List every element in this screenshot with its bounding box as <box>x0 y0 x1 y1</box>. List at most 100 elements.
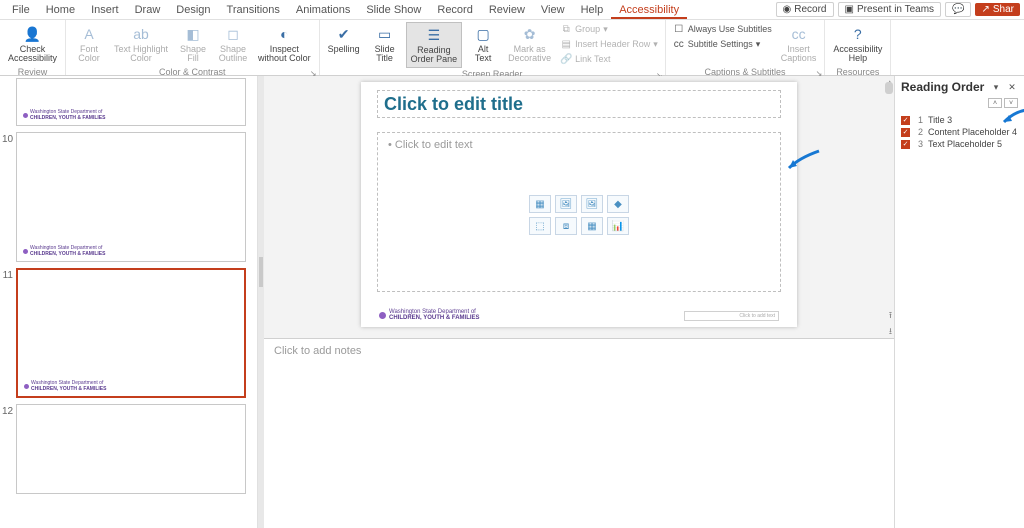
inspect-without-color-button[interactable]: ◐Inspect without Color <box>254 22 315 66</box>
notes-pane[interactable]: Click to add notes <box>264 338 894 528</box>
logo-icon <box>23 113 28 118</box>
thumbnail-pane[interactable]: Washington State Department ofCHILDREN, … <box>0 76 258 528</box>
insert-table-icon[interactable]: ▦ <box>529 195 551 213</box>
logo-icon <box>379 312 386 319</box>
scroll-thumb[interactable] <box>885 82 893 94</box>
thumbnail-slide-10[interactable]: Washington State Department ofCHILDREN, … <box>16 132 246 262</box>
tab-record[interactable]: Record <box>429 1 480 19</box>
prev-slide-icon[interactable]: ⭱ <box>889 311 892 320</box>
thumbnail-slide-11[interactable]: Washington State Department ofCHILDREN, … <box>16 268 246 398</box>
pane-close-icon[interactable]: ✕ <box>1006 81 1018 93</box>
subtitle-settings-button[interactable]: ccSubtitle Settings▾ <box>670 37 775 51</box>
comments-button[interactable]: 💬 <box>945 2 971 17</box>
thumb-number: 12 <box>2 404 16 417</box>
tab-design[interactable]: Design <box>168 1 218 19</box>
chevron-down-icon: ▾ <box>603 24 608 35</box>
group-resources: ?Accessibility Help Resources <box>825 20 891 75</box>
reading-order-item-label: Content Placeholder 4 <box>928 127 1017 137</box>
thumb-number: 10 <box>2 132 16 145</box>
logo-icon <box>23 249 28 254</box>
checked-icon[interactable]: ✓ <box>901 128 910 137</box>
tab-animations[interactable]: Animations <box>288 1 358 19</box>
title-placeholder[interactable]: Click to edit title <box>377 90 781 118</box>
insert-smartart-icon[interactable]: ⧈ <box>555 217 577 235</box>
group-objects-button: ⧉Group▾ <box>557 22 661 36</box>
ribbon: 👤 Check Accessibility Review AFont Color… <box>0 20 1024 76</box>
content-insert-icons: ▦ 🖼 🖼 ◆ ⬚ ⧈ ▦ 📊 <box>529 195 629 235</box>
share-button[interactable]: ↗Shar <box>975 3 1020 16</box>
link-text-button: 🔗Link Text <box>557 52 661 66</box>
splitter-grip-icon <box>259 257 263 287</box>
workspace: Washington State Department ofCHILDREN, … <box>0 76 1024 528</box>
reading-order-pane-button[interactable]: ☰Reading Order Pane <box>406 22 463 68</box>
record-dot-icon: ◉ <box>783 4 792 15</box>
accessibility-help-button[interactable]: ?Accessibility Help <box>829 22 886 66</box>
reading-order-item-label: Text Placeholder 5 <box>928 139 1002 149</box>
tab-review[interactable]: Review <box>481 1 533 19</box>
font-color-icon: A <box>79 24 99 44</box>
reading-order-item[interactable]: ✓ 2 Content Placeholder 4 <box>899 126 1020 138</box>
group-review: 👤 Check Accessibility Review <box>0 20 66 75</box>
thumbnail-slide-12[interactable] <box>16 404 246 494</box>
reading-order-item-label: Title 3 <box>928 115 952 125</box>
always-use-subtitles-checkbox[interactable]: ☐Always Use Subtitles <box>670 22 775 36</box>
reading-order-list: ✓ 1 Title 3 ✓ 2 Content Placeholder 4 ✓ … <box>895 112 1024 152</box>
canvas-scrollbar[interactable]: ▴ ⭱ ⭳ <box>884 76 894 338</box>
insert-picture-icon[interactable]: 🖼 <box>555 195 577 213</box>
cc-icon: cc <box>673 38 685 50</box>
group-color-contrast: AFont Color abText Highlight Color ◧Shap… <box>66 20 320 75</box>
insert-chart-icon[interactable]: 📊 <box>607 217 629 235</box>
alt-text-button[interactable]: ▢Alt Text <box>464 22 502 66</box>
insert-video-icon[interactable]: ▦ <box>581 217 603 235</box>
ribbon-tabs: File Home Insert Draw Design Transitions… <box>0 0 1024 20</box>
editor-area: Click to edit title • Click to edit text… <box>264 76 894 528</box>
slide[interactable]: Click to edit title • Click to edit text… <box>361 82 797 327</box>
chevron-down-icon: ▾ <box>756 39 761 50</box>
next-slide-icon[interactable]: ⭳ <box>889 327 892 336</box>
move-down-button[interactable]: ˅ <box>1004 98 1018 108</box>
move-up-button[interactable]: ˄ <box>988 98 1002 108</box>
pane-options-icon[interactable]: ▾ <box>990 81 1002 93</box>
slide-title-button[interactable]: ▭Slide Title <box>366 22 404 66</box>
check-accessibility-button[interactable]: 👤 Check Accessibility <box>4 22 61 66</box>
thumb-number <box>2 78 16 80</box>
present-in-teams-button[interactable]: ▣Present in Teams <box>838 2 942 17</box>
tab-file[interactable]: File <box>4 1 38 19</box>
reading-order-pane: Reading Order ▾ ✕ ˄ ˅ ✓ 1 Title 3 ✓ 2 Co… <box>894 76 1024 528</box>
mark-decorative-button: ✿Mark as Decorative <box>504 22 555 66</box>
shape-fill-button: ◧Shape Fill <box>174 22 212 66</box>
tab-slide-show[interactable]: Slide Show <box>358 1 429 19</box>
thumb-number: 11 <box>2 268 16 281</box>
tab-home[interactable]: Home <box>38 1 83 19</box>
spelling-button[interactable]: ✔Spelling <box>324 22 364 56</box>
group-screen-reader: ✔Spelling ▭Slide Title ☰Reading Order Pa… <box>320 20 666 75</box>
tab-transitions[interactable]: Transitions <box>219 1 288 19</box>
alt-text-icon: ▢ <box>473 24 493 44</box>
tab-insert[interactable]: Insert <box>83 1 127 19</box>
checked-icon[interactable]: ✓ <box>901 140 910 149</box>
text-placeholder-5[interactable]: Click to add text <box>684 311 779 321</box>
record-button[interactable]: ◉Record <box>776 2 834 17</box>
reading-order-item[interactable]: ✓ 1 Title 3 <box>899 114 1020 126</box>
tab-draw[interactable]: Draw <box>127 1 169 19</box>
shape-outline-button: ◻Shape Outline <box>214 22 252 66</box>
table-header-icon: ▤ <box>560 38 572 50</box>
tab-accessibility[interactable]: Accessibility <box>611 1 687 19</box>
tab-help[interactable]: Help <box>573 1 612 19</box>
group-icon: ⧉ <box>560 23 572 35</box>
group-captions: ☐Always Use Subtitles ccSubtitle Setting… <box>666 20 826 75</box>
reading-order-item[interactable]: ✓ 3 Text Placeholder 5 <box>899 138 1020 150</box>
tab-view[interactable]: View <box>533 1 573 19</box>
slide-canvas-area[interactable]: Click to edit title • Click to edit text… <box>264 76 894 338</box>
insert-3d-icon[interactable]: ⬚ <box>529 217 551 235</box>
link-icon: 🔗 <box>560 53 572 65</box>
chevron-down-icon: ▾ <box>653 39 658 50</box>
content-placeholder[interactable]: • Click to edit text ▦ 🖼 🖼 ◆ ⬚ ⧈ ▦ 📊 <box>377 132 781 292</box>
insert-stock-image-icon[interactable]: 🖼 <box>581 195 603 213</box>
notes-placeholder: Click to add notes <box>274 345 361 357</box>
outline-icon: ◻ <box>223 24 243 44</box>
thumbnail-slide-9[interactable]: Washington State Department ofCHILDREN, … <box>16 78 246 126</box>
checked-icon[interactable]: ✓ <box>901 116 910 125</box>
insert-icons-icon[interactable]: ◆ <box>607 195 629 213</box>
decorative-icon: ✿ <box>520 24 540 44</box>
